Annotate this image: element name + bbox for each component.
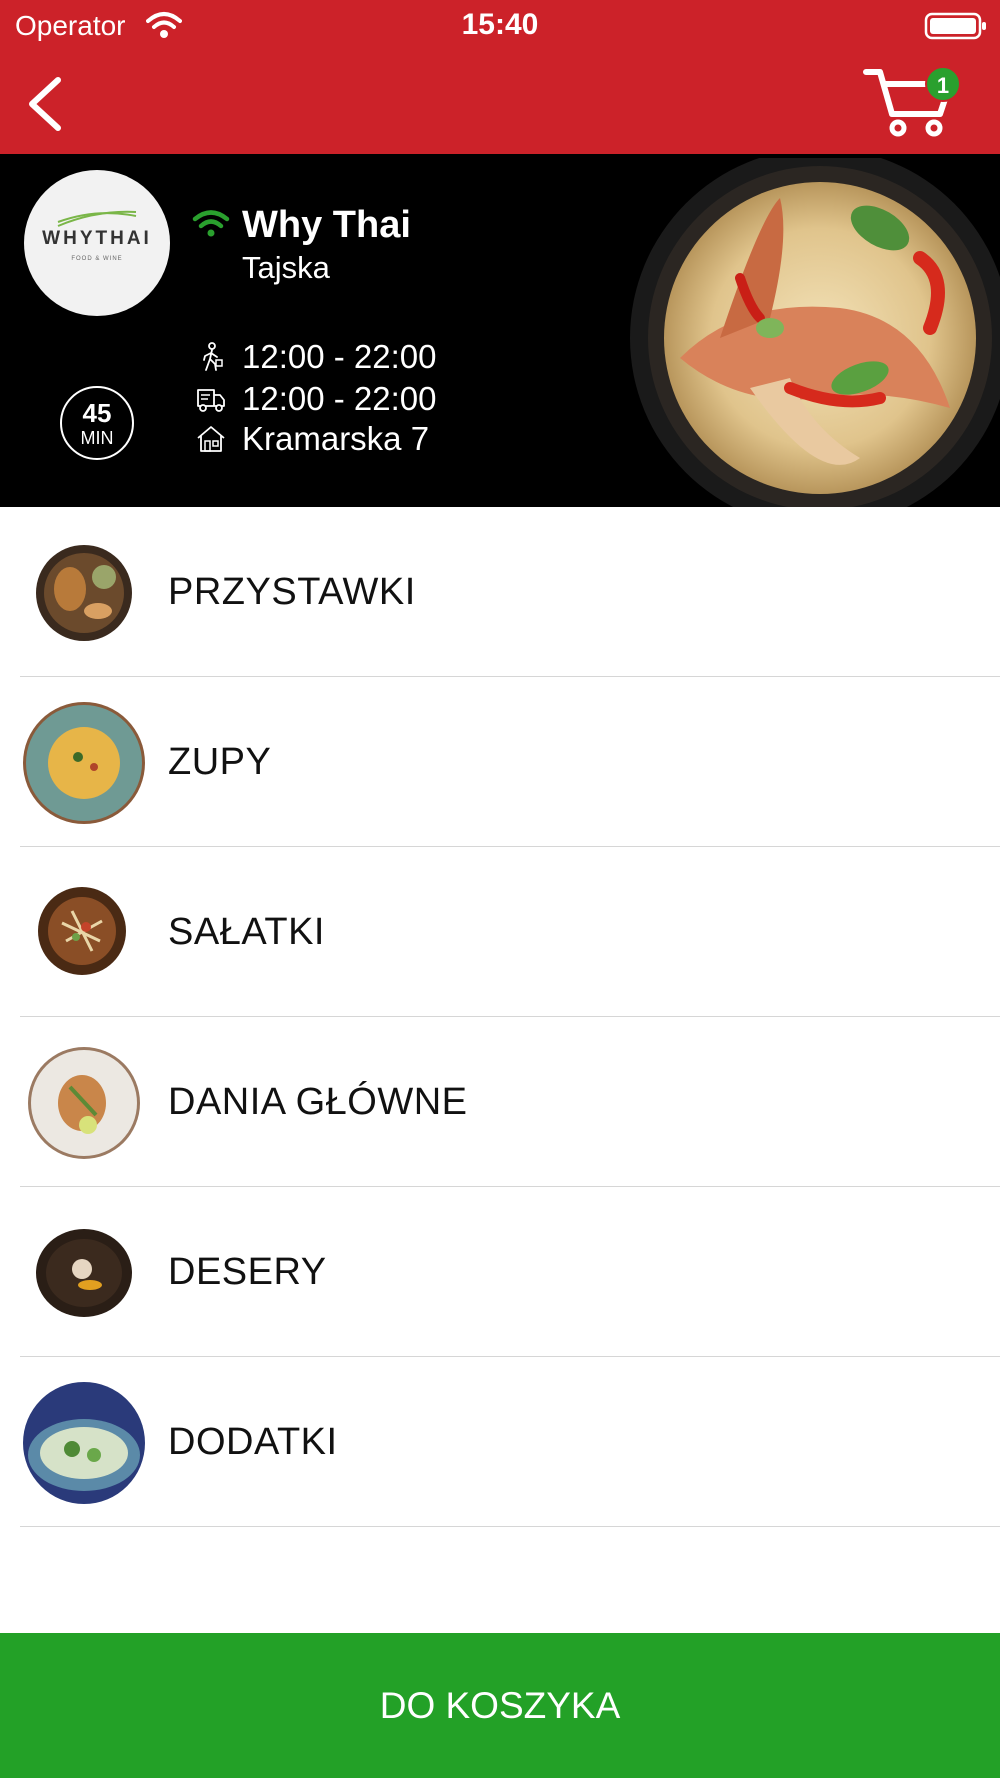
delivery-time-value: 45 <box>82 398 112 428</box>
status-bar: Operator 15:40 <box>0 0 1000 52</box>
walking-person-icon <box>203 342 223 371</box>
soups-thumbnail <box>23 702 145 824</box>
delivery-truck-icon <box>197 389 225 412</box>
main-dishes-thumbnail <box>28 1047 140 1159</box>
restaurant-address: Kramarska 7 <box>242 420 430 457</box>
restaurant-logo: WHYTHAI FOOD & WINE <box>24 170 170 316</box>
restaurant-header: WHYTHAI FOOD & WINE Why Thai Tajska 45 M… <box>0 154 1000 507</box>
category-label: PRZYSTAWKI <box>168 571 416 613</box>
online-status-icon <box>192 210 230 237</box>
category-item-desery[interactable]: DESERY <box>0 1187 1000 1357</box>
appetizers-thumbnail <box>36 545 132 641</box>
category-item-przystawki[interactable]: PRZYSTAWKI <box>0 507 1000 677</box>
salads-thumbnail <box>38 887 126 975</box>
desserts-thumbnail <box>36 1229 132 1317</box>
delivery-time-badge: 45 MIN <box>60 386 134 460</box>
category-label: DESERY <box>168 1251 327 1293</box>
delivery-hours: 12:00 - 22:00 <box>242 380 437 417</box>
category-item-dania-glowne[interactable]: DANIA GŁÓWNE <box>0 1017 1000 1187</box>
status-time: 15:40 <box>461 8 539 41</box>
category-item-zupy[interactable]: ZUPY <box>0 677 1000 847</box>
delivery-time-unit: MIN <box>80 428 114 448</box>
category-item-salatki[interactable]: SAŁATKI <box>0 847 1000 1017</box>
pickup-hours: 12:00 - 22:00 <box>242 338 437 375</box>
restaurant-cuisine: Tajska <box>242 250 330 285</box>
category-item-dodatki[interactable]: DODATKI <box>0 1357 1000 1527</box>
hero-dish-image <box>630 158 1000 507</box>
navigation-bar: Operator 15:40 1 <box>0 0 1000 154</box>
restaurant-name: Why Thai <box>242 204 411 246</box>
category-label: SAŁATKI <box>168 911 325 953</box>
battery-icon <box>924 12 986 40</box>
category-label: DANIA GŁÓWNE <box>168 1081 468 1123</box>
category-label: ZUPY <box>168 741 272 783</box>
logo-subtext: FOOD & WINE <box>71 256 123 262</box>
house-icon <box>197 426 225 452</box>
cart-count-badge: 1 <box>925 66 961 102</box>
app-screen: Operator 15:40 1 WHYTHAI FOOD & WINE Why… <box>0 0 1000 1778</box>
logo-lines-icon <box>57 210 137 227</box>
back-button[interactable] <box>22 72 72 132</box>
category-list: PRZYSTAWKI ZUPY SAŁATKI DANIA GŁÓWNE DES… <box>0 507 1000 1527</box>
chevron-left-icon <box>29 77 61 131</box>
go-to-cart-button[interactable]: DO KOSZYKA <box>0 1633 1000 1778</box>
logo-text: WHYTHAI <box>42 228 152 249</box>
category-label: DODATKI <box>168 1421 338 1463</box>
side-dishes-thumbnail <box>23 1382 145 1504</box>
